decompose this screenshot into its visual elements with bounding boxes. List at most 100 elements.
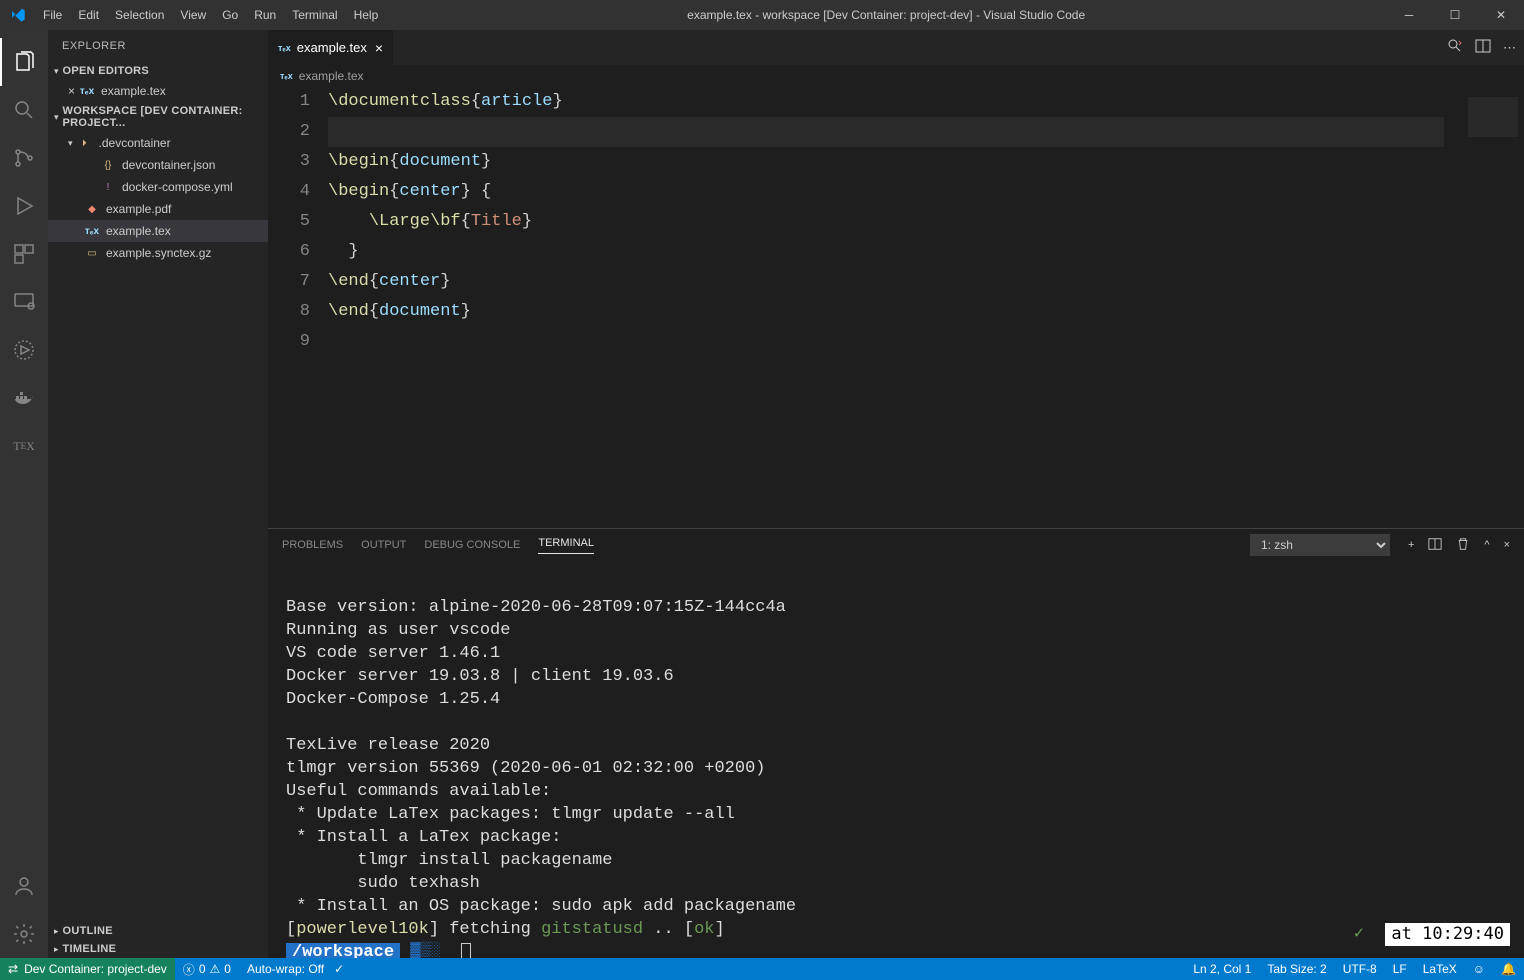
activity-settings-icon[interactable] bbox=[0, 910, 48, 958]
status-encoding[interactable]: UTF-8 bbox=[1335, 962, 1385, 976]
sidebar: EXPLORER ▾ OPEN EDITORS × ᴛₑx example.te… bbox=[48, 30, 268, 958]
activity-remote-icon[interactable] bbox=[0, 278, 48, 326]
activity-scm-icon[interactable] bbox=[0, 134, 48, 182]
editor-body[interactable]: 123 456 789 \documentclass{article} \beg… bbox=[268, 87, 1524, 528]
folder-icon: 🞂 bbox=[77, 135, 93, 151]
activity-bar: TEX bbox=[0, 30, 48, 958]
terminal-time-badge: at 10:29:40 bbox=[1385, 923, 1510, 946]
activity-explorer-icon[interactable] bbox=[0, 38, 48, 86]
breadcrumb[interactable]: ᴛₑx example.tex bbox=[268, 65, 1524, 87]
more-actions-icon[interactable]: ⋯ bbox=[1503, 40, 1516, 56]
tab-example-tex[interactable]: ᴛₑx example.tex × bbox=[268, 30, 393, 65]
error-icon: ⓧ bbox=[183, 961, 195, 978]
window-title: example.tex - workspace [Dev Container: … bbox=[386, 8, 1386, 22]
status-language[interactable]: LaTeX bbox=[1415, 962, 1465, 976]
split-terminal-icon[interactable] bbox=[1428, 537, 1442, 554]
editor-actions: ⋯ bbox=[1447, 30, 1524, 65]
chevron-right-icon: ▸ bbox=[54, 926, 59, 937]
minimize-button[interactable]: ─ bbox=[1386, 0, 1432, 30]
menu-selection[interactable]: Selection bbox=[107, 0, 172, 30]
status-feedback-icon[interactable]: ☺ bbox=[1465, 962, 1493, 976]
yaml-file-icon: ! bbox=[100, 179, 116, 195]
check-icon: ✓ bbox=[334, 962, 344, 976]
tex-file-icon: ᴛₑx bbox=[280, 71, 293, 81]
file-docker-compose[interactable]: ! docker-compose.yml bbox=[48, 176, 268, 198]
activity-tex-icon[interactable]: TEX bbox=[0, 422, 48, 470]
tex-file-icon: ᴛₑx bbox=[79, 83, 95, 99]
vscode-logo-icon bbox=[0, 7, 35, 23]
menu-help[interactable]: Help bbox=[346, 0, 387, 30]
status-autowrap[interactable]: Auto-wrap: Off ✓ bbox=[239, 962, 352, 976]
panel-tab-terminal[interactable]: TERMINAL bbox=[538, 537, 594, 554]
terminal-selector[interactable]: 1: zsh bbox=[1250, 534, 1390, 556]
file-devcontainer-json[interactable]: {} devcontainer.json bbox=[48, 154, 268, 176]
folder-devcontainer[interactable]: ▾ 🞂 .devcontainer bbox=[48, 132, 268, 154]
panel-tab-output[interactable]: OUTPUT bbox=[361, 539, 406, 551]
panel: PROBLEMS OUTPUT DEBUG CONSOLE TERMINAL 1… bbox=[268, 528, 1524, 958]
tex-file-icon: ᴛₑx bbox=[278, 43, 291, 53]
kill-terminal-icon[interactable] bbox=[1456, 537, 1470, 554]
menu-run[interactable]: Run bbox=[246, 0, 284, 30]
breadcrumb-label: example.tex bbox=[299, 69, 364, 83]
warning-icon: ⚠ bbox=[210, 962, 221, 976]
main-area: TEX EXPLORER ▾ OPEN EDITORS × ᴛₑx exampl… bbox=[0, 30, 1524, 958]
tab-label: example.tex bbox=[297, 40, 367, 55]
split-editor-icon[interactable] bbox=[1475, 38, 1491, 57]
archive-file-icon: ▭ bbox=[84, 245, 100, 261]
activity-extensions-icon[interactable] bbox=[0, 230, 48, 278]
maximize-panel-icon[interactable]: ^ bbox=[1484, 539, 1489, 551]
menu-terminal[interactable]: Terminal bbox=[284, 0, 345, 30]
panel-tab-debug-console[interactable]: DEBUG CONSOLE bbox=[424, 539, 520, 551]
menu-view[interactable]: View bbox=[172, 0, 214, 30]
activity-latex-preview-icon[interactable] bbox=[0, 326, 48, 374]
status-eol[interactable]: LF bbox=[1385, 962, 1415, 976]
outline-header[interactable]: ▸ OUTLINE bbox=[48, 922, 268, 940]
menu-go[interactable]: Go bbox=[214, 0, 246, 30]
open-editor-item[interactable]: × ᴛₑx example.tex bbox=[48, 80, 268, 102]
timeline-header[interactable]: ▸ TIMELINE bbox=[48, 940, 268, 958]
file-example-synctex[interactable]: ▭ example.synctex.gz bbox=[48, 242, 268, 264]
status-ln-col[interactable]: Ln 2, Col 1 bbox=[1185, 962, 1259, 976]
panel-tab-problems[interactable]: PROBLEMS bbox=[282, 539, 343, 551]
activity-search-icon[interactable] bbox=[0, 86, 48, 134]
close-icon[interactable]: × bbox=[375, 40, 383, 56]
status-remote[interactable]: ⇄ Dev Container: project-dev bbox=[0, 958, 175, 980]
file-label: devcontainer.json bbox=[122, 158, 215, 172]
file-example-tex[interactable]: ᴛₑx example.tex bbox=[48, 220, 268, 242]
close-panel-icon[interactable]: × bbox=[1504, 539, 1510, 551]
open-editors-header[interactable]: ▾ OPEN EDITORS bbox=[48, 62, 268, 80]
line-gutter: 123 456 789 bbox=[268, 87, 328, 528]
editor-area: ᴛₑx example.tex × ⋯ ᴛₑx example.tex 123 … bbox=[268, 30, 1524, 958]
minimap[interactable] bbox=[1444, 87, 1524, 528]
sidebar-title: EXPLORER bbox=[48, 30, 268, 62]
latex-build-icon[interactable] bbox=[1447, 38, 1463, 57]
panel-tabs: PROBLEMS OUTPUT DEBUG CONSOLE TERMINAL 1… bbox=[268, 529, 1524, 561]
pdf-file-icon: ◆ bbox=[84, 201, 100, 217]
new-terminal-icon[interactable]: + bbox=[1408, 539, 1414, 551]
code-content[interactable]: \documentclass{article} \begin{document}… bbox=[328, 87, 1444, 528]
activity-debug-icon[interactable] bbox=[0, 182, 48, 230]
workspace-header[interactable]: ▾ WORKSPACE [DEV CONTAINER: PROJECT... bbox=[48, 102, 268, 132]
file-label: example.pdf bbox=[106, 202, 171, 216]
activity-account-icon[interactable] bbox=[0, 862, 48, 910]
file-label: example.tex bbox=[106, 224, 171, 238]
menu-edit[interactable]: Edit bbox=[70, 0, 107, 30]
maximize-button[interactable]: ☐ bbox=[1432, 0, 1478, 30]
close-icon[interactable]: × bbox=[68, 84, 75, 98]
status-problems[interactable]: ⓧ0 ⚠0 bbox=[175, 961, 239, 978]
editor-tabs: ᴛₑx example.tex × ⋯ bbox=[268, 30, 1524, 65]
main-menu: File Edit Selection View Go Run Terminal… bbox=[35, 0, 386, 30]
status-notifications-icon[interactable]: 🔔 bbox=[1493, 962, 1524, 976]
status-check-icon: ✓ bbox=[1354, 923, 1364, 946]
window-controls: ─ ☐ ✕ bbox=[1386, 0, 1524, 30]
status-tab-size[interactable]: Tab Size: 2 bbox=[1259, 962, 1334, 976]
activity-docker-icon[interactable] bbox=[0, 374, 48, 422]
terminal-content[interactable]: Base version: alpine-2020-06-28T09:07:15… bbox=[268, 561, 1524, 958]
open-editor-label: example.tex bbox=[101, 84, 166, 98]
chevron-down-icon: ▾ bbox=[68, 138, 73, 149]
json-file-icon: {} bbox=[100, 157, 116, 173]
menu-file[interactable]: File bbox=[35, 0, 70, 30]
close-button[interactable]: ✕ bbox=[1478, 0, 1524, 30]
file-example-pdf[interactable]: ◆ example.pdf bbox=[48, 198, 268, 220]
chevron-right-icon: ▸ bbox=[54, 944, 59, 955]
